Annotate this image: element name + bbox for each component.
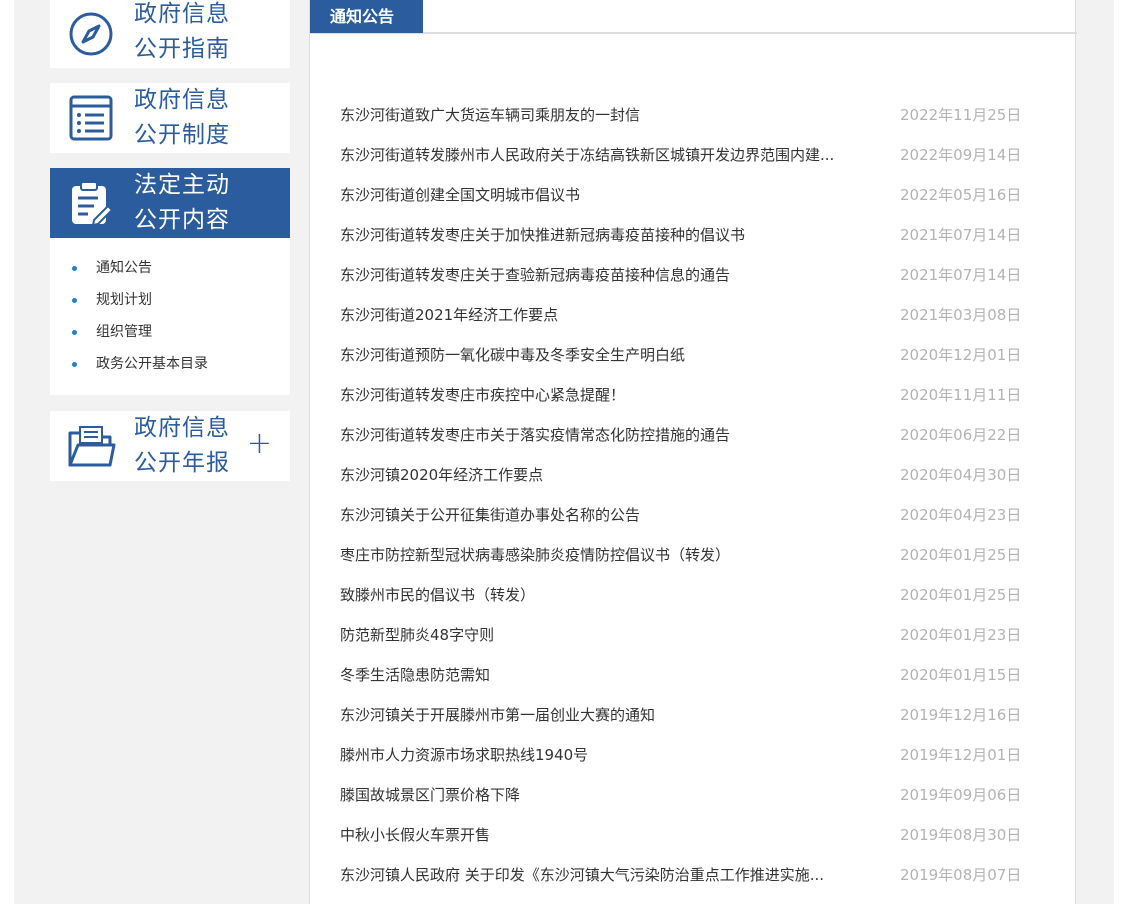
- list-item[interactable]: 东沙河街道创建全国文明城市倡议书 2022年05月16日: [340, 175, 1040, 215]
- bullet-icon: [72, 266, 77, 271]
- news-title-link[interactable]: 东沙河街道2021年经济工作要点: [340, 295, 870, 335]
- news-date: 2019年09月06日: [900, 786, 1022, 804]
- news-date: 2021年03月08日: [900, 306, 1022, 324]
- list-item[interactable]: 枣庄市防控新型冠状病毒感染肺炎疫情防控倡议书（转发） 2020年01月25日: [340, 535, 1040, 575]
- sidebar-item-system[interactable]: 政府信息 公开制度: [50, 83, 290, 153]
- news-title-link[interactable]: 东沙河镇关于开展滕州市第一届创业大赛的通知: [340, 695, 870, 735]
- news-date: 2019年08月07日: [900, 866, 1022, 884]
- news-date: 2020年04月23日: [900, 506, 1022, 524]
- news-title-link[interactable]: 东沙河街道转发枣庄市疾控中心紧急提醒！: [340, 375, 870, 415]
- tab-notice[interactable]: 通知公告: [310, 0, 423, 33]
- sidebar-system-line1: 政府信息: [134, 87, 230, 113]
- clipboard-edit-icon: [66, 178, 116, 228]
- news-date: 2020年12月01日: [900, 346, 1022, 364]
- bullet-icon: [72, 362, 77, 367]
- list-item[interactable]: 防范新型肺炎48字守则 2020年01月23日: [340, 615, 1040, 655]
- news-title-link[interactable]: 致滕州市民的倡议书（转发）: [340, 575, 870, 615]
- list-item[interactable]: 东沙河街道预防一氧化碳中毒及冬季安全生产明白纸 2020年12月01日: [340, 335, 1040, 375]
- bullet-icon: [72, 330, 77, 335]
- news-date: 2020年01月23日: [900, 626, 1022, 644]
- news-title-link[interactable]: 东沙河街道创建全国文明城市倡议书: [340, 175, 870, 215]
- news-title-link[interactable]: 东沙河街道致广大货运车辆司乘朋友的一封信: [340, 95, 870, 135]
- sidebar-system-line2: 公开制度: [134, 122, 230, 148]
- news-title-link[interactable]: 东沙河镇人民政府 关于印发《东沙河镇大气污染防治重点工作推进实施...: [340, 855, 870, 895]
- folder-icon: [66, 421, 116, 471]
- news-date: 2022年11月25日: [900, 106, 1022, 124]
- list-item[interactable]: 东沙河镇关于公开征集街道办事处名称的公告 2020年04月23日: [340, 495, 1040, 535]
- list-item[interactable]: 冬季生活隐患防范需知 2020年01月15日: [340, 655, 1040, 695]
- sidebar-submenu: 通知公告 规划计划 组织管理 政务公开基本目录: [50, 238, 290, 395]
- submenu-item-planning[interactable]: 规划计划: [50, 284, 290, 316]
- list-item[interactable]: 东沙河镇人民政府 关于印发《东沙河镇大气污染防治重点工作推进实施... 2019年…: [340, 855, 1040, 895]
- news-date: 2020年06月22日: [900, 426, 1022, 444]
- submenu-item-organization[interactable]: 组织管理: [50, 316, 290, 348]
- list-item[interactable]: 滕国故城景区门票价格下降 2019年09月06日: [340, 775, 1040, 815]
- list-item[interactable]: 东沙河街道转发枣庄关于加快推进新冠病毒疫苗接种的倡议书 2021年07月14日: [340, 215, 1040, 255]
- news-date: 2020年04月30日: [900, 466, 1022, 484]
- sidebar-item-annual[interactable]: 政府信息 公开年报 +: [50, 411, 290, 481]
- list-item[interactable]: 滕州市人力资源市场求职热线1940号 2019年12月01日: [340, 735, 1040, 775]
- sidebar-item-statutory[interactable]: 法定主动 公开内容: [50, 168, 290, 238]
- news-date: 2019年08月30日: [900, 826, 1022, 844]
- news-date: 2020年01月15日: [900, 666, 1022, 684]
- expand-plus-icon[interactable]: +: [247, 429, 272, 459]
- news-date: 2019年12月16日: [900, 706, 1022, 724]
- news-date: 2020年01月25日: [900, 586, 1022, 604]
- news-title-link[interactable]: 中秋小长假火车票开售: [340, 815, 870, 855]
- list-item[interactable]: 东沙河街道转发枣庄市疾控中心紧急提醒！ 2020年11月11日: [340, 375, 1040, 415]
- news-title-link[interactable]: 东沙河街道转发滕州市人民政府关于冻结高铁新区城镇开发边界范围内建...: [340, 135, 870, 175]
- news-title-link[interactable]: 东沙河街道预防一氧化碳中毒及冬季安全生产明白纸: [340, 335, 870, 375]
- list-item[interactable]: 中秋小长假火车票开售 2019年08月30日: [340, 815, 1040, 855]
- news-title-link[interactable]: 东沙河镇关于公开征集街道办事处名称的公告: [340, 495, 870, 535]
- list-item[interactable]: 致滕州市民的倡议书（转发） 2020年01月25日: [340, 575, 1040, 615]
- tab-divider: [310, 32, 1077, 34]
- submenu-item-label: 通知公告: [96, 260, 152, 276]
- news-title-link[interactable]: 东沙河街道转发枣庄市关于落实疫情常态化防控措施的通告: [340, 415, 870, 455]
- news-date: 2019年12月01日: [900, 746, 1022, 764]
- sidebar-statutory-line2: 公开内容: [134, 207, 230, 233]
- sidebar-item-guide[interactable]: 政府信息 公开指南: [50, 0, 290, 68]
- news-list: 东沙河街道致广大货运车辆司乘朋友的一封信 2022年11月25日东沙河街道转发滕州…: [340, 95, 1040, 895]
- news-title-link[interactable]: 东沙河街道转发枣庄关于查验新冠病毒疫苗接种信息的通告: [340, 255, 870, 295]
- sidebar-annual-line2: 公开年报: [134, 450, 230, 476]
- submenu-item-label: 政务公开基本目录: [96, 356, 208, 372]
- list-document-icon: [66, 93, 116, 143]
- news-title-link[interactable]: 东沙河街道转发枣庄关于加快推进新冠病毒疫苗接种的倡议书: [340, 215, 870, 255]
- sidebar-guide-line2: 公开指南: [134, 36, 230, 62]
- bullet-icon: [72, 298, 77, 303]
- news-title-link[interactable]: 滕州市人力资源市场求职热线1940号: [340, 735, 870, 775]
- news-date: 2020年01月25日: [900, 546, 1022, 564]
- news-date: 2020年11月11日: [900, 386, 1022, 404]
- news-title-link[interactable]: 东沙河镇2020年经济工作要点: [340, 455, 870, 495]
- submenu-item-catalog[interactable]: 政务公开基本目录: [50, 348, 290, 380]
- list-item[interactable]: 东沙河街道2021年经济工作要点 2021年03月08日: [340, 295, 1040, 335]
- list-item[interactable]: 东沙河街道转发枣庄市关于落实疫情常态化防控措施的通告 2020年06月22日: [340, 415, 1040, 455]
- list-item[interactable]: 东沙河街道转发枣庄关于查验新冠病毒疫苗接种信息的通告 2021年07月14日: [340, 255, 1040, 295]
- news-date: 2021年07月14日: [900, 266, 1022, 284]
- list-item[interactable]: 东沙河镇2020年经济工作要点 2020年04月30日: [340, 455, 1040, 495]
- sidebar-statutory-line1: 法定主动: [134, 172, 230, 198]
- news-date: 2022年05月16日: [900, 186, 1022, 204]
- news-date: 2022年09月14日: [900, 146, 1022, 164]
- list-item[interactable]: 东沙河镇关于开展滕州市第一届创业大赛的通知 2019年12月16日: [340, 695, 1040, 735]
- sidebar-guide-line1: 政府信息: [134, 1, 230, 27]
- submenu-item-label: 规划计划: [96, 292, 152, 308]
- news-date: 2021年07月14日: [900, 226, 1022, 244]
- news-title-link[interactable]: 枣庄市防控新型冠状病毒感染肺炎疫情防控倡议书（转发）: [340, 535, 870, 575]
- list-item[interactable]: 东沙河街道转发滕州市人民政府关于冻结高铁新区城镇开发边界范围内建... 2022年…: [340, 135, 1040, 175]
- submenu-item-label: 组织管理: [96, 324, 152, 340]
- list-item[interactable]: 东沙河街道致广大货运车辆司乘朋友的一封信 2022年11月25日: [340, 95, 1040, 135]
- compass-icon: [66, 9, 116, 59]
- news-title-link[interactable]: 防范新型肺炎48字守则: [340, 615, 870, 655]
- sidebar-annual-line1: 政府信息: [134, 415, 230, 441]
- news-title-link[interactable]: 滕国故城景区门票价格下降: [340, 775, 870, 815]
- news-title-link[interactable]: 冬季生活隐患防范需知: [340, 655, 870, 695]
- main-panel: 通知公告 东沙河街道致广大货运车辆司乘朋友的一封信 2022年11月25日 东沙河街…: [309, 0, 1077, 904]
- submenu-item-notice[interactable]: 通知公告: [50, 252, 290, 284]
